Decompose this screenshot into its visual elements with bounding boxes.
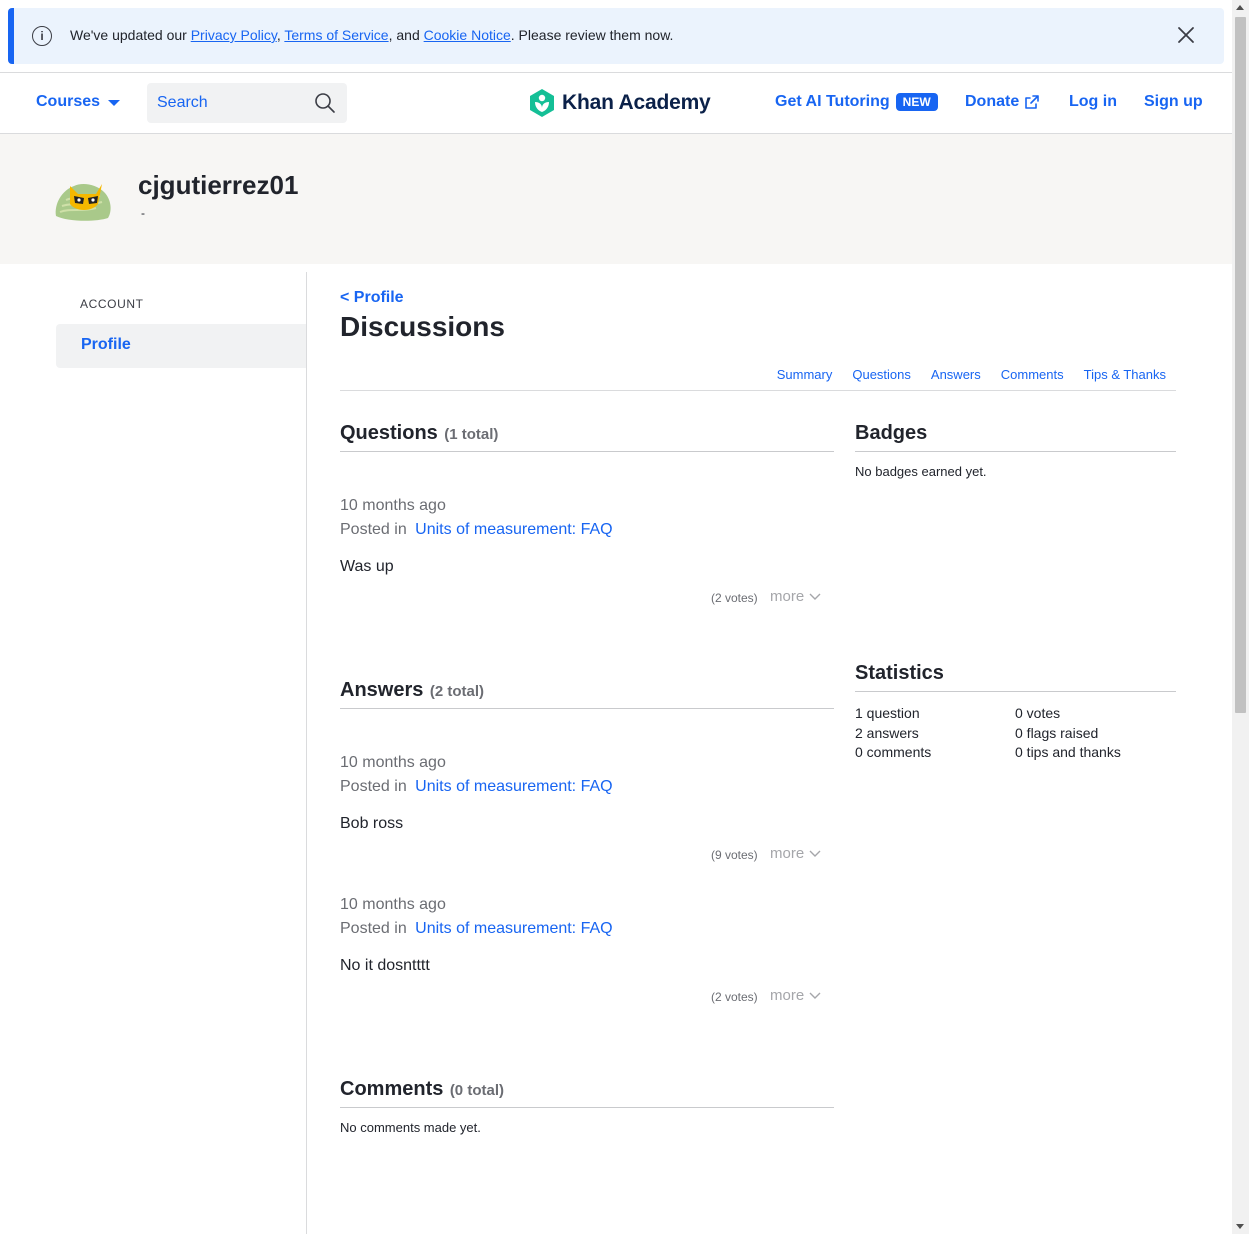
chevron-down-icon	[809, 992, 821, 999]
logo-text: Khan Academy	[562, 91, 711, 114]
sidebar-section-label: ACCOUNT	[80, 297, 144, 311]
more-button[interactable]: more	[770, 987, 821, 1004]
post-timestamp: 10 months ago	[340, 754, 446, 771]
cookie-notice-link[interactable]: Cookie Notice	[424, 27, 511, 43]
post-topic-link[interactable]: Units of measurement: FAQ	[415, 920, 612, 937]
search-icon	[315, 93, 335, 113]
stat-flags: 0 flags raised	[1015, 724, 1099, 741]
avatar	[55, 184, 111, 221]
post-body: Bob ross	[340, 815, 404, 832]
profile-header: cjgutierrez01 -	[0, 134, 1232, 264]
discussion-subnav: Summary Questions Answers Comments Tips …	[777, 367, 1166, 382]
comments-section-header: Comments (0 total)	[340, 1078, 834, 1108]
posted-in-label: Posted in	[340, 521, 407, 538]
statistics-title: Statistics	[855, 662, 944, 684]
post-votes: (2 votes)	[711, 990, 758, 1004]
post-location: Posted in Units of measurement: FAQ	[340, 521, 613, 539]
stat-tips: 0 tips and thanks	[1015, 744, 1121, 760]
scroll-down-arrow-icon[interactable]	[1236, 1224, 1244, 1229]
privacy-policy-link[interactable]: Privacy Policy	[191, 27, 277, 43]
post-location: Posted in Units of measurement: FAQ	[340, 778, 613, 796]
stat-votes: 0 votes	[1015, 705, 1061, 721]
questions-section-header: Questions (1 total)	[340, 422, 834, 452]
post-timestamp: 10 months ago	[340, 497, 446, 514]
banner-text-after: . Please review them now.	[510, 27, 674, 43]
policy-update-banner: i We've updated our Privacy Policy, Term…	[8, 8, 1224, 64]
banner-sep-2: , and	[388, 27, 424, 43]
more-label: more	[770, 987, 805, 1004]
chevron-down-icon	[809, 850, 821, 857]
profile-bio: -	[141, 206, 145, 220]
post-votes: (9 votes)	[711, 848, 758, 862]
questions-title: Questions	[340, 422, 438, 444]
caret-down-icon	[108, 100, 121, 106]
donate-label: Donate	[965, 93, 1020, 110]
badges-title: Badges	[855, 422, 928, 444]
page-scrollbar[interactable]	[1232, 0, 1249, 1234]
sidebar-item-profile[interactable]: Profile	[56, 324, 306, 368]
login-link[interactable]: Log in	[1069, 93, 1117, 111]
scroll-up-arrow-icon[interactable]	[1236, 5, 1244, 10]
comments-title: Comments	[340, 1078, 444, 1100]
site-header: Courses Search Khan Academy Get AI Tutor…	[0, 72, 1232, 134]
new-badge: NEW	[895, 93, 938, 111]
back-to-profile-link[interactable]: < Profile	[340, 289, 404, 307]
post-body: No it dosntttt	[340, 957, 430, 974]
posted-in-label: Posted in	[340, 778, 407, 795]
sidebar-item-label: Profile	[81, 336, 131, 353]
statistics-section-header: Statistics	[855, 662, 1176, 692]
subnav-summary[interactable]: Summary	[777, 367, 833, 382]
scrollbar-thumb[interactable]	[1235, 17, 1246, 713]
more-button[interactable]: more	[770, 588, 821, 605]
close-icon[interactable]	[1174, 23, 1198, 47]
ai-tutoring-link[interactable]: Get AI Tutoring NEW	[775, 93, 938, 111]
khan-academy-logo[interactable]: Khan Academy	[528, 88, 711, 118]
khan-academy-logo-icon	[530, 89, 554, 117]
stat-questions: 1 question	[855, 705, 920, 721]
terms-of-service-link[interactable]: Terms of Service	[284, 27, 388, 43]
badges-section-header: Badges	[855, 422, 1176, 452]
subnav-comments[interactable]: Comments	[1001, 367, 1064, 382]
answers-section-header: Answers (2 total)	[340, 679, 834, 709]
post-body: Was up	[340, 558, 394, 575]
post-timestamp: 10 months ago	[340, 896, 446, 913]
questions-count: (1 total)	[444, 426, 499, 443]
answers-count: (2 total)	[429, 683, 484, 700]
banner-text-before: We've updated our	[70, 27, 191, 43]
more-button[interactable]: more	[770, 845, 821, 862]
comments-count: (0 total)	[449, 1082, 504, 1099]
badges-empty-message: No badges earned yet.	[855, 464, 987, 479]
stat-comments: 0 comments	[855, 744, 932, 760]
more-label: more	[770, 588, 805, 605]
signup-link[interactable]: Sign up	[1144, 93, 1203, 111]
chevron-down-icon	[809, 593, 821, 600]
info-icon: i	[32, 26, 52, 46]
stat-answers: 2 answers	[855, 724, 919, 741]
page-title: Discussions	[340, 311, 505, 342]
subnav-divider	[340, 390, 1176, 391]
courses-menu-button[interactable]: Courses	[36, 93, 121, 111]
comments-empty-message: No comments made yet.	[340, 1120, 481, 1135]
subnav-answers[interactable]: Answers	[931, 367, 981, 382]
search-input[interactable]: Search	[147, 83, 347, 123]
subnav-questions[interactable]: Questions	[852, 367, 911, 382]
subnav-tips-thanks[interactable]: Tips & Thanks	[1084, 367, 1166, 382]
sidebar-divider	[306, 272, 307, 1234]
post-topic-link[interactable]: Units of measurement: FAQ	[415, 521, 612, 538]
posted-in-label: Posted in	[340, 920, 407, 937]
banner-message: We've updated our Privacy Policy, Terms …	[70, 26, 673, 44]
search-placeholder: Search	[157, 94, 208, 111]
ai-tutoring-label: Get AI Tutoring	[775, 93, 890, 110]
post-topic-link[interactable]: Units of measurement: FAQ	[415, 778, 612, 795]
post-votes: (2 votes)	[711, 591, 758, 605]
answers-title: Answers	[340, 679, 424, 701]
more-label: more	[770, 845, 805, 862]
donate-link[interactable]: Donate	[965, 93, 1040, 111]
external-link-icon	[1025, 95, 1040, 109]
profile-username: cjgutierrez01	[138, 170, 299, 200]
post-location: Posted in Units of measurement: FAQ	[340, 920, 613, 938]
courses-label: Courses	[36, 93, 101, 110]
statistics-list: 1 question 2 answers 0 comments 0 votes …	[855, 704, 1121, 763]
